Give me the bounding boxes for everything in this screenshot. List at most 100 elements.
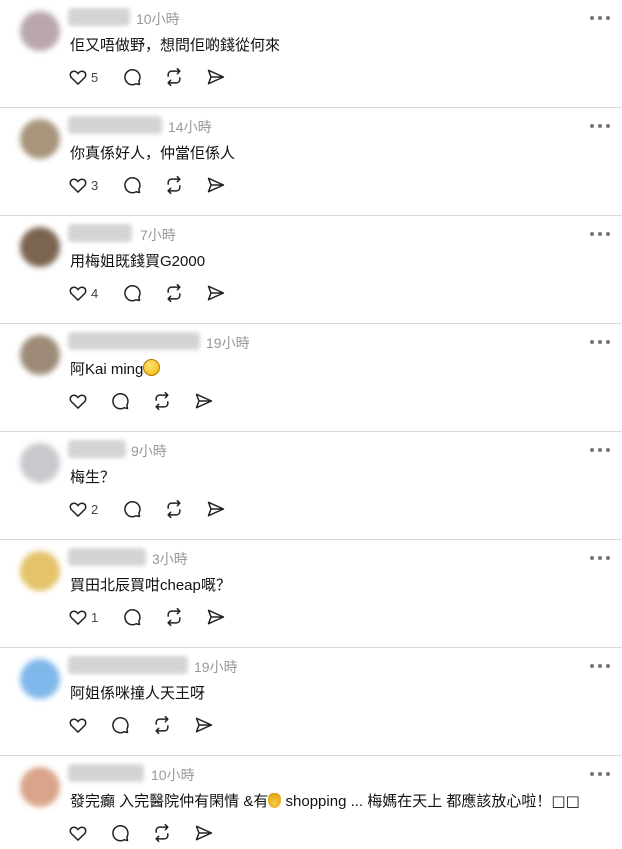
- more-options-icon[interactable]: [590, 550, 610, 566]
- share-button[interactable]: [194, 391, 214, 411]
- share-button[interactable]: [206, 499, 226, 519]
- comment-text-wrapper: 阿Kai ming: [70, 358, 161, 379]
- comment-bubble-icon: [124, 177, 141, 194]
- send-icon: [207, 177, 225, 193]
- repost-icon: [167, 175, 181, 195]
- more-options-icon[interactable]: [590, 226, 610, 242]
- like-count: 4: [91, 285, 99, 301]
- repost-button[interactable]: [152, 391, 172, 411]
- send-icon: [207, 69, 225, 85]
- send-icon: [207, 609, 225, 625]
- comment-button[interactable]: [122, 67, 142, 87]
- comment-bubble-icon: [124, 285, 141, 302]
- comment-button[interactable]: [122, 499, 142, 519]
- username-blurred[interactable]: [68, 656, 188, 674]
- more-options-icon[interactable]: [590, 118, 610, 134]
- send-icon: [207, 285, 225, 301]
- like-button[interactable]: 2: [68, 499, 100, 519]
- share-button[interactable]: [206, 607, 226, 627]
- username-blurred[interactable]: [68, 224, 132, 242]
- comment-bubble-icon: [112, 393, 129, 410]
- comment-button[interactable]: [122, 175, 142, 195]
- comment-button[interactable]: [110, 715, 130, 735]
- comment-bubble-icon: [112, 717, 129, 734]
- repost-icon: [167, 607, 181, 627]
- comment-feed: 10小時 佢又唔做野，想問佢啲錢從何來 5 14小時 你真係好人，仲當佢係人 3…: [0, 0, 622, 849]
- share-button[interactable]: [206, 283, 226, 303]
- avatar[interactable]: [20, 767, 60, 807]
- repost-button[interactable]: [164, 67, 184, 87]
- more-options-icon[interactable]: [590, 442, 610, 458]
- heart-icon: [69, 394, 87, 409]
- action-bar: 2: [68, 498, 248, 520]
- like-button[interactable]: 3: [68, 175, 100, 195]
- avatar[interactable]: [20, 659, 60, 699]
- upside-down-face-icon: [143, 359, 161, 376]
- comment-text: 你真係好人，仲當佢係人: [70, 145, 236, 162]
- username-blurred[interactable]: [68, 8, 130, 26]
- more-options-icon[interactable]: [590, 334, 610, 350]
- action-bar: [68, 822, 236, 844]
- avatar[interactable]: [20, 119, 60, 159]
- repost-button[interactable]: [164, 175, 184, 195]
- username-blurred[interactable]: [68, 440, 126, 458]
- heart-icon: [69, 286, 87, 301]
- like-count: 2: [91, 501, 99, 517]
- more-options-icon[interactable]: [590, 766, 610, 782]
- like-button[interactable]: [68, 391, 88, 411]
- like-button[interactable]: 4: [68, 283, 100, 303]
- timestamp: 19小時: [206, 335, 250, 351]
- heart-icon: [69, 826, 87, 841]
- comment-text: 阿姐係咪撞人天王呀: [70, 685, 206, 702]
- comment-text-suffix: ？: [215, 577, 231, 594]
- heart-icon: [69, 502, 87, 517]
- heart-icon: [69, 718, 87, 733]
- repost-icon: [155, 823, 169, 843]
- avatar[interactable]: [20, 551, 60, 591]
- repost-button[interactable]: [164, 607, 184, 627]
- like-button[interactable]: 1: [68, 607, 100, 627]
- avatar[interactable]: [20, 11, 60, 51]
- like-button[interactable]: [68, 823, 88, 843]
- share-button[interactable]: [194, 715, 214, 735]
- heart-icon: [69, 178, 87, 193]
- comment-item: 3小時 買田北辰買咁cheap嘅？ 1: [0, 540, 622, 648]
- comment-text: 梅生？: [70, 469, 116, 486]
- repost-icon: [167, 67, 181, 87]
- avatar[interactable]: [20, 335, 60, 375]
- share-button[interactable]: [206, 67, 226, 87]
- comment-bubble-icon: [112, 825, 129, 842]
- send-icon: [195, 717, 213, 733]
- username-blurred[interactable]: [68, 332, 200, 350]
- comment-button[interactable]: [110, 391, 130, 411]
- more-options-icon[interactable]: [590, 10, 610, 26]
- username-blurred[interactable]: [68, 116, 162, 134]
- avatar[interactable]: [20, 227, 60, 267]
- repost-button[interactable]: [164, 499, 184, 519]
- comment-button[interactable]: [110, 823, 130, 843]
- username-blurred[interactable]: [68, 548, 146, 566]
- avatar[interactable]: [20, 443, 60, 483]
- action-bar: 3: [68, 174, 248, 196]
- action-bar: 5: [68, 66, 248, 88]
- like-count: 3: [91, 177, 99, 193]
- timestamp: 10小時: [136, 11, 180, 27]
- comment-item: 10小時 佢又唔做野，想問佢啲錢從何來 5: [0, 0, 622, 108]
- like-button[interactable]: [68, 715, 88, 735]
- repost-button[interactable]: [152, 823, 172, 843]
- username-blurred[interactable]: [68, 764, 144, 782]
- comment-text: 買田北辰買咁cheap嘅: [70, 577, 216, 594]
- timestamp: 3小時: [152, 551, 188, 567]
- like-count: 5: [91, 69, 99, 85]
- comment-text-part-c: shopping ... 梅媽在天上 都應該放心啦！: [281, 793, 552, 810]
- comment-item: 19小時 阿姐係咪撞人天王呀: [0, 648, 622, 756]
- repost-button[interactable]: [152, 715, 172, 735]
- share-button[interactable]: [206, 175, 226, 195]
- comment-button[interactable]: [122, 607, 142, 627]
- more-options-icon[interactable]: [590, 658, 610, 674]
- like-button[interactable]: 5: [68, 67, 100, 87]
- comment-text: 阿Kai ming: [70, 361, 144, 378]
- share-button[interactable]: [194, 823, 214, 843]
- comment-button[interactable]: [122, 283, 142, 303]
- repost-button[interactable]: [164, 283, 184, 303]
